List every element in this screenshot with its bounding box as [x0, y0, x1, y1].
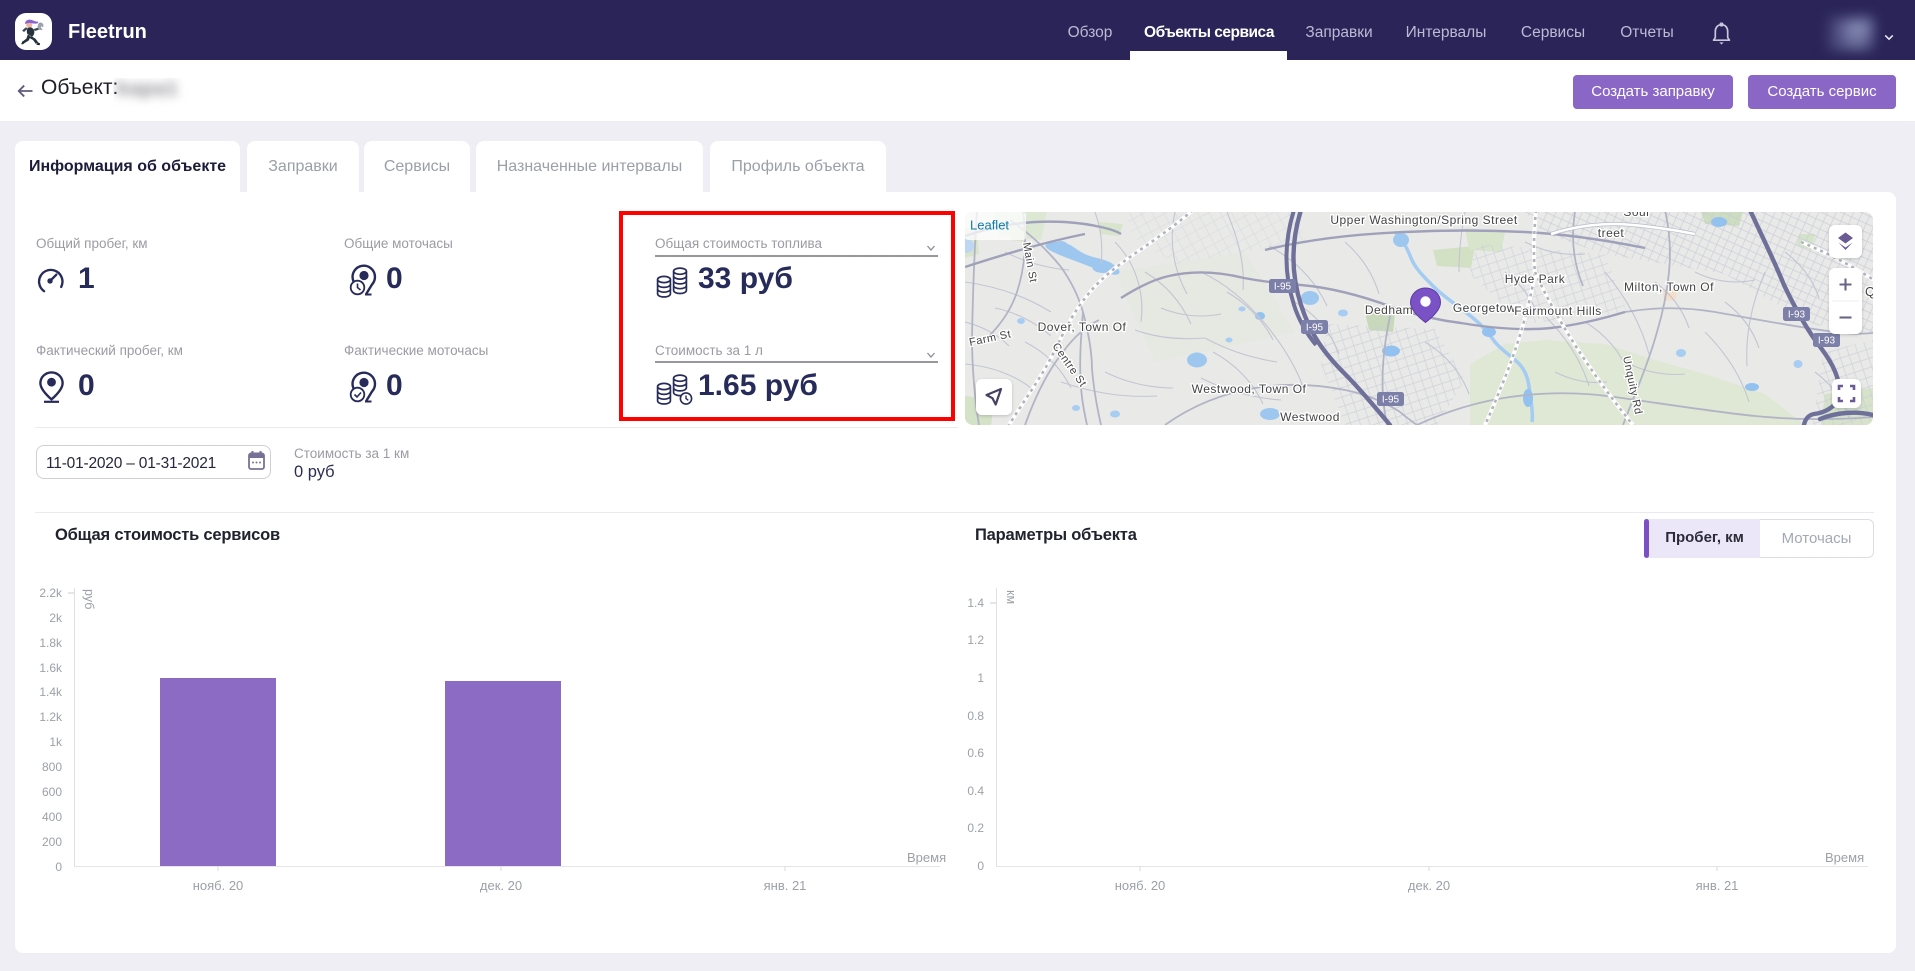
svg-text:км: км	[1004, 590, 1018, 604]
svg-text:руб: руб	[82, 589, 96, 609]
